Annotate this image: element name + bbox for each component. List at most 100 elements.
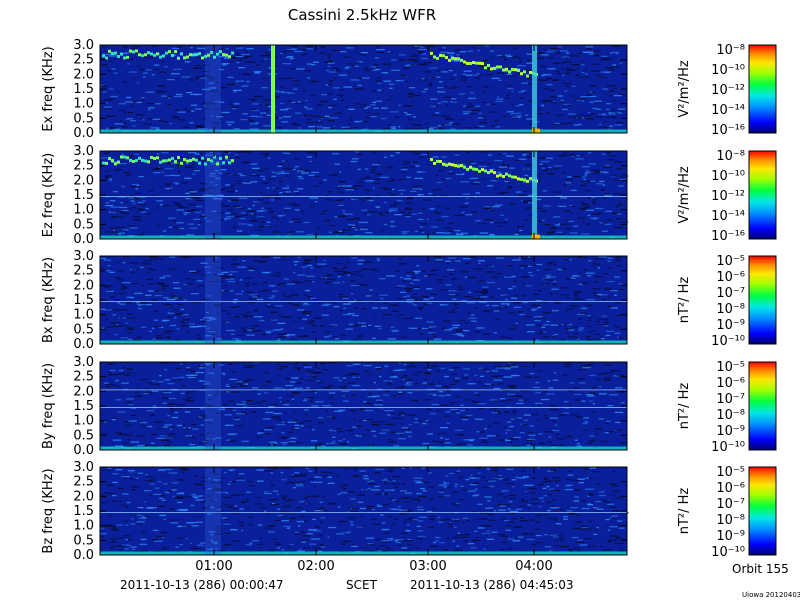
y-tick-label: 0.0 [73, 548, 94, 563]
colorbar-title: nT²/ Hz [677, 277, 692, 324]
time-axis-label: SCET [346, 578, 378, 592]
low-frequency-band [100, 235, 627, 239]
colorbar-tick-label: 10⁻⁸ [716, 408, 745, 423]
y-tick-label: 1.5 [73, 399, 94, 414]
colorbar-tick-label: 10⁻⁹ [716, 424, 745, 439]
x-tick-label: 04:00 [515, 559, 552, 574]
x-tick-label: 02:00 [297, 559, 334, 574]
y-tick-label: 3.0 [73, 460, 94, 475]
spectrogram-field [100, 151, 627, 239]
y-axis-title: Ez freq (KHz) [41, 153, 56, 237]
colorbar-tick-label: 10⁻⁶ [716, 481, 745, 496]
spectrogram-field [100, 362, 627, 450]
panel-2: 3.02.52.01.51.00.50.0 Ez freq (KHz) 10⁻⁸ 10… [41, 144, 777, 247]
y-tick-label: 0.5 [73, 111, 94, 126]
y-tick-label: 1.0 [73, 519, 94, 534]
y-tick-label: 1.0 [73, 97, 94, 112]
y-tick-label: 3.0 [73, 144, 94, 159]
colorbar-tick-label: 10⁻⁵ [716, 465, 745, 480]
dark-stripe [205, 362, 221, 450]
y-tick-label: 1.5 [73, 293, 94, 308]
y-axis-title: Bx freq (KHz) [41, 257, 56, 343]
y-tick-label: 1.5 [73, 82, 94, 97]
y-tick-label: 0.0 [73, 126, 94, 141]
colorbar-tick-label: 10⁻¹² [711, 83, 745, 98]
dark-stripe [205, 256, 221, 344]
colorbar-tick-label: 10⁻⁸ [716, 513, 745, 528]
low-frequency-band [100, 446, 627, 450]
colorbar-tick-label: 10⁻¹⁶ [711, 229, 745, 244]
colorbar-tick-label: 10⁻⁵ [716, 360, 745, 375]
y-tick-label: 3.0 [73, 355, 94, 370]
y-tick-label: 0.0 [73, 232, 94, 247]
y-axis-title: Ex freq (KHz) [41, 46, 56, 131]
colorbar-tick-label: 10⁻¹⁴ [711, 103, 745, 118]
y-tick-label: 2.0 [73, 384, 94, 399]
y-tick-label: 1.0 [73, 203, 94, 218]
y-tick-label: 1.5 [73, 188, 94, 203]
colorbar-tick-label: 10⁻¹⁰ [711, 169, 745, 184]
colorbar-tick-label: 10⁻¹⁶ [711, 123, 745, 138]
y-tick-label: 2.5 [73, 53, 94, 68]
colorbar-title: nT²/ Hz [677, 383, 692, 430]
colorbar-tick-label: 10⁻⁶ [716, 376, 745, 391]
y-tick-label: 2.0 [73, 67, 94, 82]
colorbar-tick-label: 10⁻⁷ [716, 286, 745, 301]
y-tick-label: 3.0 [73, 249, 94, 264]
spectrogram-figure: Cassini 2.5kHz WFR 3.02.52.01.51.00.50.0… [41, 6, 800, 599]
colorbar-tick-label: 10⁻⁸ [716, 302, 745, 317]
y-tick-label: 1.0 [73, 308, 94, 323]
chart-title: Cassini 2.5kHz WFR [288, 6, 436, 24]
colorbar-tick-label: 10⁻¹⁰ [711, 440, 745, 455]
y-tick-label: 0.5 [73, 217, 94, 232]
colorbar-tick-label: 10⁻⁸ [716, 43, 745, 58]
colorbar-tick-label: 10⁻¹⁴ [711, 209, 745, 224]
colorbar [748, 150, 777, 240]
y-tick-label: 1.0 [73, 414, 94, 429]
y-tick-label: 2.0 [73, 173, 94, 188]
y-tick-label: 0.5 [73, 533, 94, 548]
y-axis-title: By freq (KHz) [41, 363, 56, 449]
colorbar-tick-label: 10⁻¹⁰ [711, 334, 745, 349]
colorbar-tick-label: 10⁻⁶ [716, 270, 745, 285]
colorbar-title: nT²/ Hz [677, 488, 692, 535]
colorbar [748, 361, 777, 451]
colorbar [748, 44, 777, 134]
low-frequency-band [100, 551, 627, 555]
dark-stripe [205, 467, 221, 555]
colorbar [748, 255, 777, 345]
low-frequency-band [100, 129, 627, 133]
panel-3: 3.02.52.01.51.00.50.0Bx freq (KHz) 10⁻⁵10… [41, 249, 777, 352]
colorbar-title: V²/m²/Hz [677, 60, 692, 118]
y-tick-label: 2.0 [73, 489, 94, 504]
y-tick-label: 2.5 [73, 264, 94, 279]
colorbar-tick-label: 10⁻¹⁰ [711, 63, 745, 78]
colorbar [748, 466, 777, 556]
colorbar-tick-label: 10⁻⁸ [716, 149, 745, 164]
credit-label: Uiowa 20120403 [742, 591, 800, 599]
orbit-label: Orbit 155 [732, 562, 789, 576]
colorbar-tick-label: 10⁻⁹ [716, 529, 745, 544]
panel-4: 3.02.52.01.51.00.50.0By freq (KHz) 10⁻⁵10… [41, 355, 777, 458]
x-tick-label: 01:00 [195, 559, 232, 574]
y-tick-label: 1.5 [73, 504, 94, 519]
colorbar-tick-label: 10⁻⁷ [716, 392, 745, 407]
end-time-label: 2011-10-13 (286) 04:45:03 [410, 578, 574, 592]
panel-5: 3.02.52.01.51.00.50.0 Bz freq (KHz) 01:00 0… [41, 460, 777, 574]
colorbar-tick-label: 10⁻⁵ [716, 254, 745, 269]
y-tick-label: 0.5 [73, 322, 94, 337]
y-tick-label: 2.0 [73, 278, 94, 293]
y-tick-label: 2.5 [73, 370, 94, 385]
y-axis-title: Bz freq (KHz) [41, 468, 56, 553]
y-tick-label: 0.0 [73, 443, 94, 458]
y-tick-label: 3.0 [73, 38, 94, 53]
low-frequency-band [100, 340, 627, 344]
colorbar-tick-label: 10⁻¹⁰ [711, 545, 745, 560]
start-time-label: 2011-10-13 (286) 00:00:47 [120, 578, 284, 592]
y-tick-label: 0.0 [73, 337, 94, 352]
y-tick-label: 0.5 [73, 428, 94, 443]
x-tick-label: 03:00 [409, 559, 446, 574]
colorbar-tick-label: 10⁻⁷ [716, 497, 745, 512]
y-tick-label: 2.5 [73, 475, 94, 490]
colorbar-title: V²/m²/Hz [677, 166, 692, 224]
